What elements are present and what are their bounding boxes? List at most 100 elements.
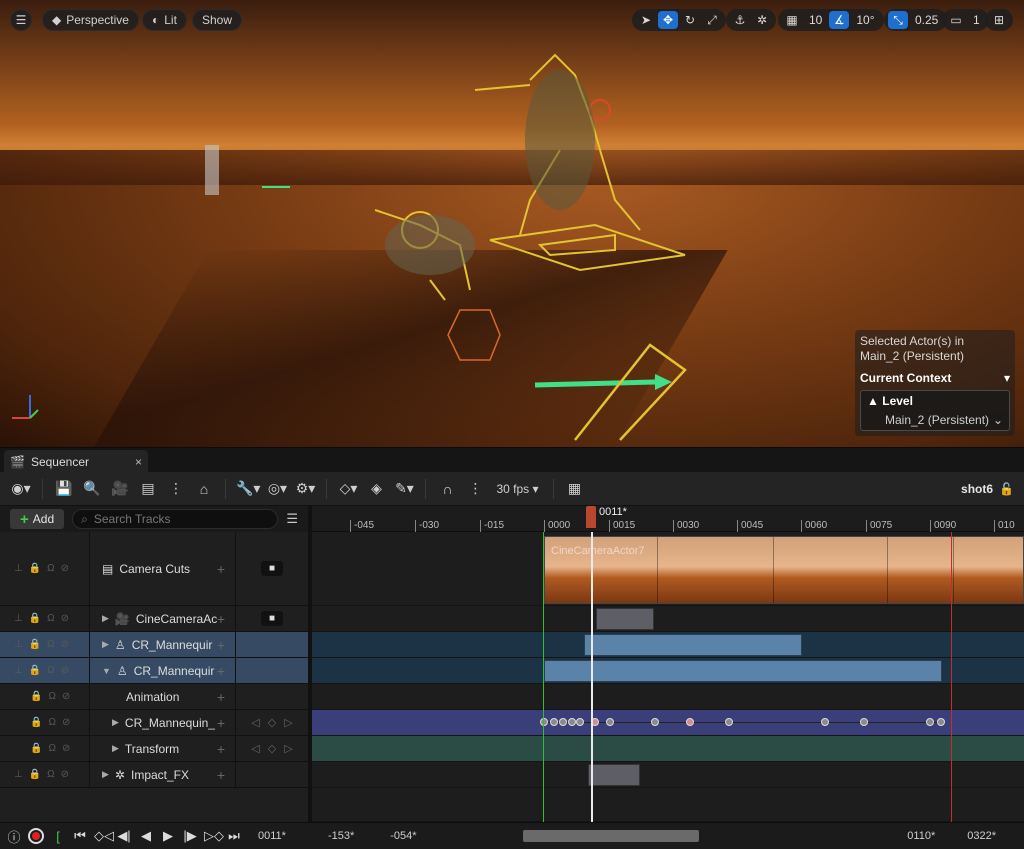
mute-icon[interactable]: ⊘ bbox=[61, 613, 69, 624]
track-row-control-rig[interactable]: 🔒 Ω ⊘ ▶ CR_Mannequin_ + ◁ ◇ ▷ bbox=[0, 710, 308, 736]
mute-icon[interactable]: ⊘ bbox=[62, 691, 70, 702]
track-row-mannequin-1[interactable]: ⊥ 🔒 Ω ⊘ ▶ ♙ CR_Mannequir + bbox=[0, 632, 308, 658]
solo-icon[interactable]: Ω bbox=[47, 769, 54, 780]
find-asset-icon[interactable]: 🔍 bbox=[81, 478, 103, 500]
next-key-icon[interactable]: ▷◇ bbox=[204, 828, 224, 844]
add-icon[interactable]: + bbox=[217, 611, 225, 627]
snap-magnet-icon[interactable]: ∩ bbox=[436, 478, 458, 500]
more-options-icon[interactable]: ⋮ bbox=[464, 478, 486, 500]
lock-icon[interactable]: 🔒 bbox=[30, 691, 42, 702]
lock-icon[interactable]: 🔓 bbox=[999, 482, 1014, 496]
keyframe[interactable] bbox=[651, 718, 659, 726]
pin-icon[interactable]: ⊥ bbox=[14, 665, 23, 676]
add-key-icon[interactable]: ◇ bbox=[268, 742, 276, 755]
translate-tool-icon[interactable]: ✥ bbox=[658, 11, 678, 29]
keyframe[interactable] bbox=[937, 718, 945, 726]
lock-icon[interactable]: 🔒 bbox=[29, 639, 41, 650]
search-tracks-input[interactable]: ⌕ Search Tracks bbox=[72, 509, 279, 529]
angle-snap-value[interactable]: 10° bbox=[851, 13, 879, 27]
keyframe[interactable] bbox=[550, 718, 558, 726]
working-end-value[interactable]: 0110* bbox=[907, 830, 935, 842]
keyframe[interactable] bbox=[821, 718, 829, 726]
camera-section[interactable] bbox=[596, 608, 654, 630]
track-row-mannequin-2[interactable]: ⊥ 🔒 Ω ⊘ ▼ ♙ CR_Mannequir + bbox=[0, 658, 308, 684]
mannequin-section[interactable] bbox=[544, 660, 942, 682]
mute-icon[interactable]: ⊘ bbox=[61, 665, 69, 676]
mute-icon[interactable]: ⊘ bbox=[61, 563, 69, 574]
end-range-marker[interactable] bbox=[951, 532, 952, 822]
add-track-button[interactable]: + Add bbox=[10, 509, 65, 529]
track-row-animation[interactable]: 🔒 Ω ⊘ Animation + bbox=[0, 684, 308, 710]
angle-snap-icon[interactable]: ∡ bbox=[829, 11, 850, 29]
add-icon[interactable]: + bbox=[217, 715, 225, 731]
timeline-ruler[interactable]: -045 -030 -015 0000 0015 0030 0045 0060 … bbox=[312, 506, 1024, 532]
lock-icon[interactable]: 🔒 bbox=[29, 769, 41, 780]
next-key-icon[interactable]: ▷ bbox=[284, 716, 292, 729]
expand-arrow-icon[interactable]: ▶ bbox=[112, 717, 119, 728]
director-icon[interactable]: ⌂ bbox=[193, 478, 215, 500]
keyframe[interactable] bbox=[540, 718, 548, 726]
world-space-icon[interactable]: ⚓ bbox=[730, 11, 750, 29]
solo-icon[interactable]: Ω bbox=[47, 639, 54, 650]
grid-snap-value[interactable]: 10 bbox=[804, 13, 827, 27]
solo-icon[interactable]: Ω bbox=[47, 665, 54, 676]
mute-icon[interactable]: ⊘ bbox=[62, 743, 70, 754]
sequencer-tab[interactable]: 🎬 Sequencer × bbox=[4, 450, 148, 473]
rotate-tool-icon[interactable]: ↻ bbox=[680, 11, 700, 29]
filter-icon[interactable]: ☰ bbox=[286, 511, 298, 527]
add-key-icon[interactable]: ◇ bbox=[268, 716, 276, 729]
playhead-handle[interactable] bbox=[586, 506, 596, 528]
wrench-icon[interactable]: 🔧▾ bbox=[236, 478, 260, 500]
play-reverse-icon[interactable]: ◀ bbox=[138, 828, 154, 844]
keyframe[interactable] bbox=[559, 718, 567, 726]
add-icon[interactable]: + bbox=[217, 637, 225, 653]
add-icon[interactable]: + bbox=[217, 689, 225, 705]
grid-snap-icon[interactable]: ▦ bbox=[782, 11, 802, 29]
lock-icon[interactable]: 🔒 bbox=[29, 563, 41, 574]
key-diamond-icon[interactable]: ◇▾ bbox=[337, 478, 359, 500]
auto-key-icon[interactable]: ◈ bbox=[365, 478, 387, 500]
prev-key-icon[interactable]: ◁ bbox=[251, 716, 259, 729]
lock-icon[interactable]: 🔒 bbox=[29, 665, 41, 676]
set-start-icon[interactable]: [ bbox=[50, 829, 66, 844]
more-options-icon[interactable]: ⋮ bbox=[165, 478, 187, 500]
play-icon[interactable]: ▶ bbox=[160, 828, 176, 844]
keyframe[interactable] bbox=[576, 718, 584, 726]
keyframe[interactable] bbox=[606, 718, 614, 726]
lock-icon[interactable]: 🔒 bbox=[29, 613, 41, 624]
view-start-value[interactable]: -153* bbox=[328, 830, 354, 842]
fx-section[interactable] bbox=[588, 764, 640, 786]
prev-frame-icon[interactable]: ◀| bbox=[116, 828, 132, 844]
world-settings-icon[interactable]: ◉▾ bbox=[10, 478, 32, 500]
mannequin-section[interactable] bbox=[584, 634, 802, 656]
jump-to-start-icon[interactable]: ⏮ bbox=[72, 828, 88, 844]
track-row-cine-camera[interactable]: ⊥ 🔒 Ω ⊘ ▶ 🎥 CineCameraAc + ■ bbox=[0, 606, 308, 632]
keyframe[interactable] bbox=[860, 718, 868, 726]
solo-icon[interactable]: Ω bbox=[47, 563, 54, 574]
solo-icon[interactable]: Ω bbox=[47, 613, 54, 624]
expand-arrow-icon[interactable]: ▶ bbox=[112, 743, 119, 754]
keyframe[interactable] bbox=[568, 718, 576, 726]
scale-snap-icon[interactable]: ⤡ bbox=[888, 11, 908, 29]
keyframe[interactable] bbox=[686, 718, 694, 726]
lock-icon[interactable]: 🔒 bbox=[30, 717, 42, 728]
lit-button[interactable]: ◐ Lit bbox=[142, 9, 187, 31]
lock-icon[interactable]: 🔒 bbox=[30, 743, 42, 754]
current-frame[interactable]: 0011* bbox=[258, 830, 286, 842]
show-button[interactable]: Show bbox=[192, 9, 243, 31]
solo-icon[interactable]: Ω bbox=[48, 717, 55, 728]
layout-grid-icon[interactable]: ⊞ bbox=[989, 11, 1009, 29]
expand-arrow-icon[interactable]: ▶ bbox=[102, 769, 109, 780]
gear-icon[interactable]: ⚙▾ bbox=[294, 478, 316, 500]
mute-icon[interactable]: ⊘ bbox=[61, 769, 69, 780]
add-icon[interactable]: + bbox=[217, 561, 225, 577]
fps-dropdown[interactable]: 30 fps ▾ bbox=[492, 482, 542, 496]
solo-icon[interactable]: Ω bbox=[48, 743, 55, 754]
add-icon[interactable]: + bbox=[217, 741, 225, 757]
pin-icon[interactable]: ⊥ bbox=[14, 639, 23, 650]
solo-icon[interactable]: Ω bbox=[48, 691, 55, 702]
pencil-icon[interactable]: ✎▾ bbox=[393, 478, 415, 500]
expand-arrow-icon[interactable]: ▶ bbox=[102, 639, 109, 650]
camera-cut-section[interactable]: CineCameraActor7 bbox=[544, 536, 1024, 604]
prev-key-icon[interactable]: ◁ bbox=[251, 742, 259, 755]
